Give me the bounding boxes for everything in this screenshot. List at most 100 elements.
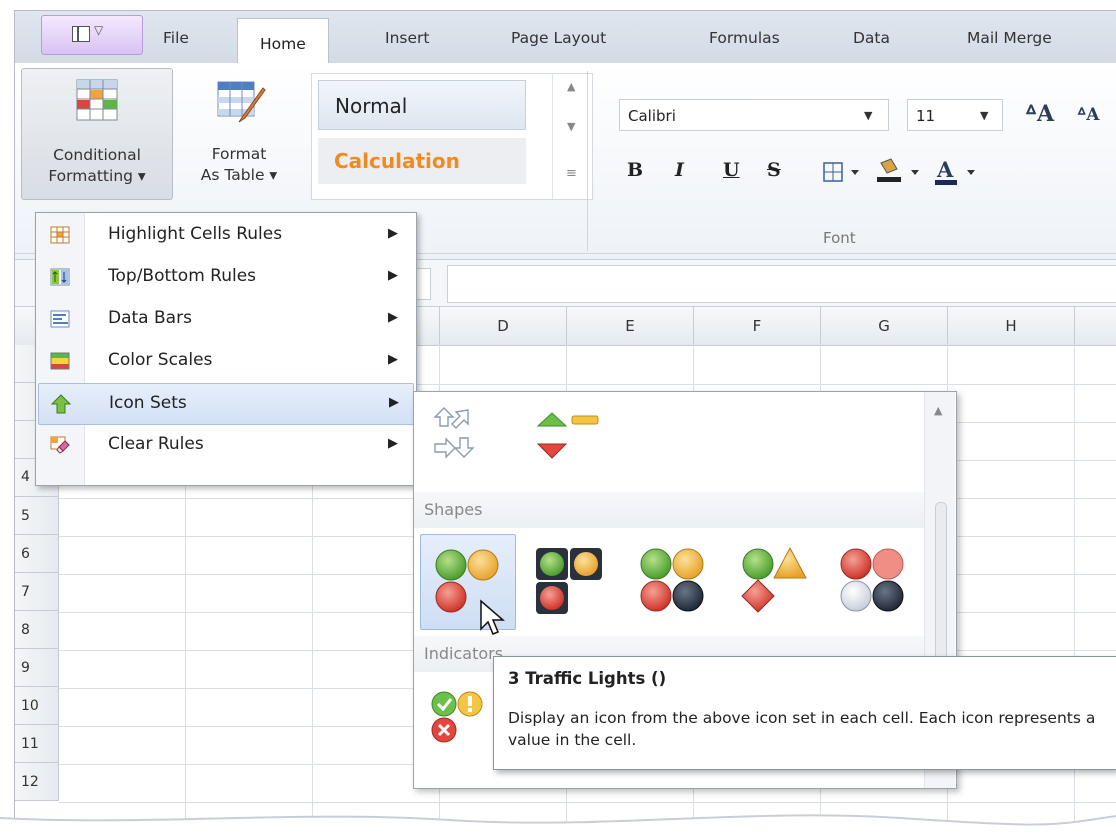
- section-header-shapes: Shapes: [414, 492, 924, 528]
- red-to-black-icon: [840, 548, 904, 612]
- borders-button[interactable]: [823, 161, 863, 183]
- row-header-6[interactable]: 6: [15, 535, 59, 573]
- arrow-up-icon: [51, 394, 71, 414]
- scroll-up-icon[interactable]: ▲: [934, 404, 942, 417]
- font-name-value: Calibri: [628, 107, 676, 125]
- conditional-formatting-menu: Highlight Cells Rules ▶ Top/Bottom Rules…: [35, 212, 417, 486]
- row-header-12[interactable]: 12: [15, 763, 59, 801]
- style-calculation[interactable]: Calculation: [318, 138, 526, 184]
- chevron-down-icon: ▼: [864, 109, 873, 122]
- menu-item-label: Icon Sets: [109, 393, 187, 413]
- submenu-arrow-icon: ▶: [388, 268, 398, 283]
- menu-item-label: Highlight Cells Rules: [108, 224, 283, 244]
- column-header-g[interactable]: G: [821, 307, 948, 346]
- tooltip-description: Display an icon from the above icon set …: [508, 709, 1096, 749]
- column-header[interactable]: [1075, 307, 1116, 346]
- conditional-formatting-button[interactable]: Conditional Formatting ▾: [21, 68, 173, 200]
- format-as-table-icon: [217, 81, 266, 123]
- font-group-label: Font: [823, 229, 856, 247]
- bold-button[interactable]: B: [627, 159, 643, 181]
- ribbon-tab-bar: ▽ File Home Insert Page Layout Formulas …: [15, 11, 1116, 64]
- traffic-lights-rimmed-icon: [536, 548, 602, 614]
- icon-set-3-traffic-lights-rimmed[interactable]: [524, 534, 620, 630]
- submenu-arrow-icon: ▶: [388, 352, 398, 367]
- row-header-9[interactable]: 9: [15, 649, 59, 687]
- row-header-10[interactable]: 10: [15, 687, 59, 725]
- tab-insert[interactable]: Insert: [385, 29, 429, 47]
- tab-mail-merge[interactable]: Mail Merge: [967, 29, 1052, 47]
- mouse-cursor-icon: [480, 599, 506, 635]
- column-header-e[interactable]: E: [567, 307, 694, 346]
- column-header-h[interactable]: H: [948, 307, 1075, 346]
- signs-icon: [741, 546, 807, 613]
- format-as-table-button[interactable]: Format As Table ▾: [179, 68, 299, 198]
- format-as-table-label-1: Format: [211, 145, 267, 163]
- torn-edge: [0, 814, 1116, 837]
- tooltip-title: 3 Traffic Lights (): [508, 669, 667, 688]
- column-header-f[interactable]: F: [694, 307, 821, 346]
- top-bottom-icon: [50, 268, 70, 286]
- menu-item-clear-rules[interactable]: Clear Rules ▶: [38, 425, 414, 467]
- submenu-arrow-icon: ▶: [388, 436, 398, 451]
- tab-home[interactable]: Home: [237, 18, 329, 64]
- data-bars-icon: [50, 310, 70, 328]
- chevron-down-icon: ▽: [94, 23, 104, 37]
- submenu-arrow-icon: ▶: [388, 310, 398, 325]
- arrows-4-gray-icon-set[interactable]: [434, 406, 504, 466]
- row-header-11[interactable]: 11: [15, 725, 59, 763]
- scroll-up-icon[interactable]: ▲: [567, 80, 575, 93]
- menu-item-label: Color Scales: [108, 350, 213, 370]
- icon-set-red-to-black[interactable]: [826, 534, 922, 630]
- menu-item-top-bottom-rules[interactable]: Top/Bottom Rules ▶: [38, 257, 414, 299]
- menu-item-label: Data Bars: [108, 308, 192, 328]
- font-size-value: 11: [916, 107, 936, 125]
- shrink-font-icon[interactable]: ᐞA: [1077, 105, 1099, 125]
- menu-item-color-scales[interactable]: Color Scales ▶: [38, 341, 414, 383]
- clear-rules-icon: [50, 436, 70, 454]
- scroll-down-icon[interactable]: ▼: [567, 120, 575, 133]
- row-header-5[interactable]: 5: [15, 497, 59, 535]
- style-normal[interactable]: Normal: [318, 80, 526, 130]
- menu-item-data-bars[interactable]: Data Bars ▶: [38, 299, 414, 341]
- color-scales-icon: [50, 352, 70, 370]
- font-color-button[interactable]: A: [935, 157, 985, 189]
- app-menu-button[interactable]: ▽: [41, 15, 143, 55]
- tab-data[interactable]: Data: [853, 29, 890, 47]
- italic-button[interactable]: I: [675, 159, 684, 181]
- group-separator: [587, 71, 588, 251]
- menu-item-highlight-cells-rules[interactable]: Highlight Cells Rules ▶: [38, 215, 414, 257]
- font-name-combo[interactable]: Calibri ▼: [619, 99, 889, 131]
- format-as-table-label-2: As Table ▾: [200, 166, 278, 184]
- svg-text:A: A: [936, 157, 954, 182]
- app-window: ▽ File Home Insert Page Layout Formulas …: [14, 10, 1116, 826]
- font-size-combo[interactable]: 11 ▼: [907, 99, 1003, 131]
- conditional-formatting-icon: [76, 79, 118, 121]
- row-header-7[interactable]: 7: [15, 573, 59, 611]
- fill-color-button[interactable]: [875, 157, 925, 187]
- cell-styles-gallery: Normal Calculation ▲ ▼ ≡: [311, 73, 593, 200]
- expand-gallery-icon[interactable]: ≡: [566, 166, 577, 181]
- conditional-formatting-label-1: Conditional: [53, 146, 141, 164]
- icon-set-3-signs[interactable]: [728, 534, 824, 630]
- formula-input[interactable]: [447, 265, 1116, 303]
- layout-icon: [72, 26, 90, 42]
- menu-item-label: Clear Rules: [108, 434, 204, 454]
- submenu-arrow-icon: ▶: [388, 226, 398, 241]
- triangles-3-icon-set[interactable]: [536, 410, 606, 460]
- chevron-down-icon: ▼: [980, 109, 989, 122]
- tab-formulas[interactable]: Formulas: [709, 29, 780, 47]
- menu-item-label: Top/Bottom Rules: [108, 266, 257, 286]
- grow-font-icon[interactable]: ᐞA: [1025, 101, 1054, 127]
- underline-button[interactable]: U: [723, 159, 740, 181]
- conditional-formatting-label-2: Formatting ▾: [48, 167, 146, 185]
- menu-item-icon-sets[interactable]: Icon Sets ▶: [38, 383, 414, 425]
- column-header-d[interactable]: D: [440, 307, 567, 346]
- icon-set-4-traffic-lights[interactable]: [626, 534, 722, 630]
- tab-file[interactable]: File: [163, 29, 189, 47]
- strikethrough-button[interactable]: S: [767, 159, 781, 181]
- row-header-8[interactable]: 8: [15, 611, 59, 649]
- traffic-lights-4-icon: [640, 548, 704, 612]
- tab-page-layout[interactable]: Page Layout: [511, 29, 606, 47]
- icon-set-tooltip: 3 Traffic Lights () Display an icon from…: [493, 656, 1116, 770]
- highlight-cells-icon: [50, 226, 70, 244]
